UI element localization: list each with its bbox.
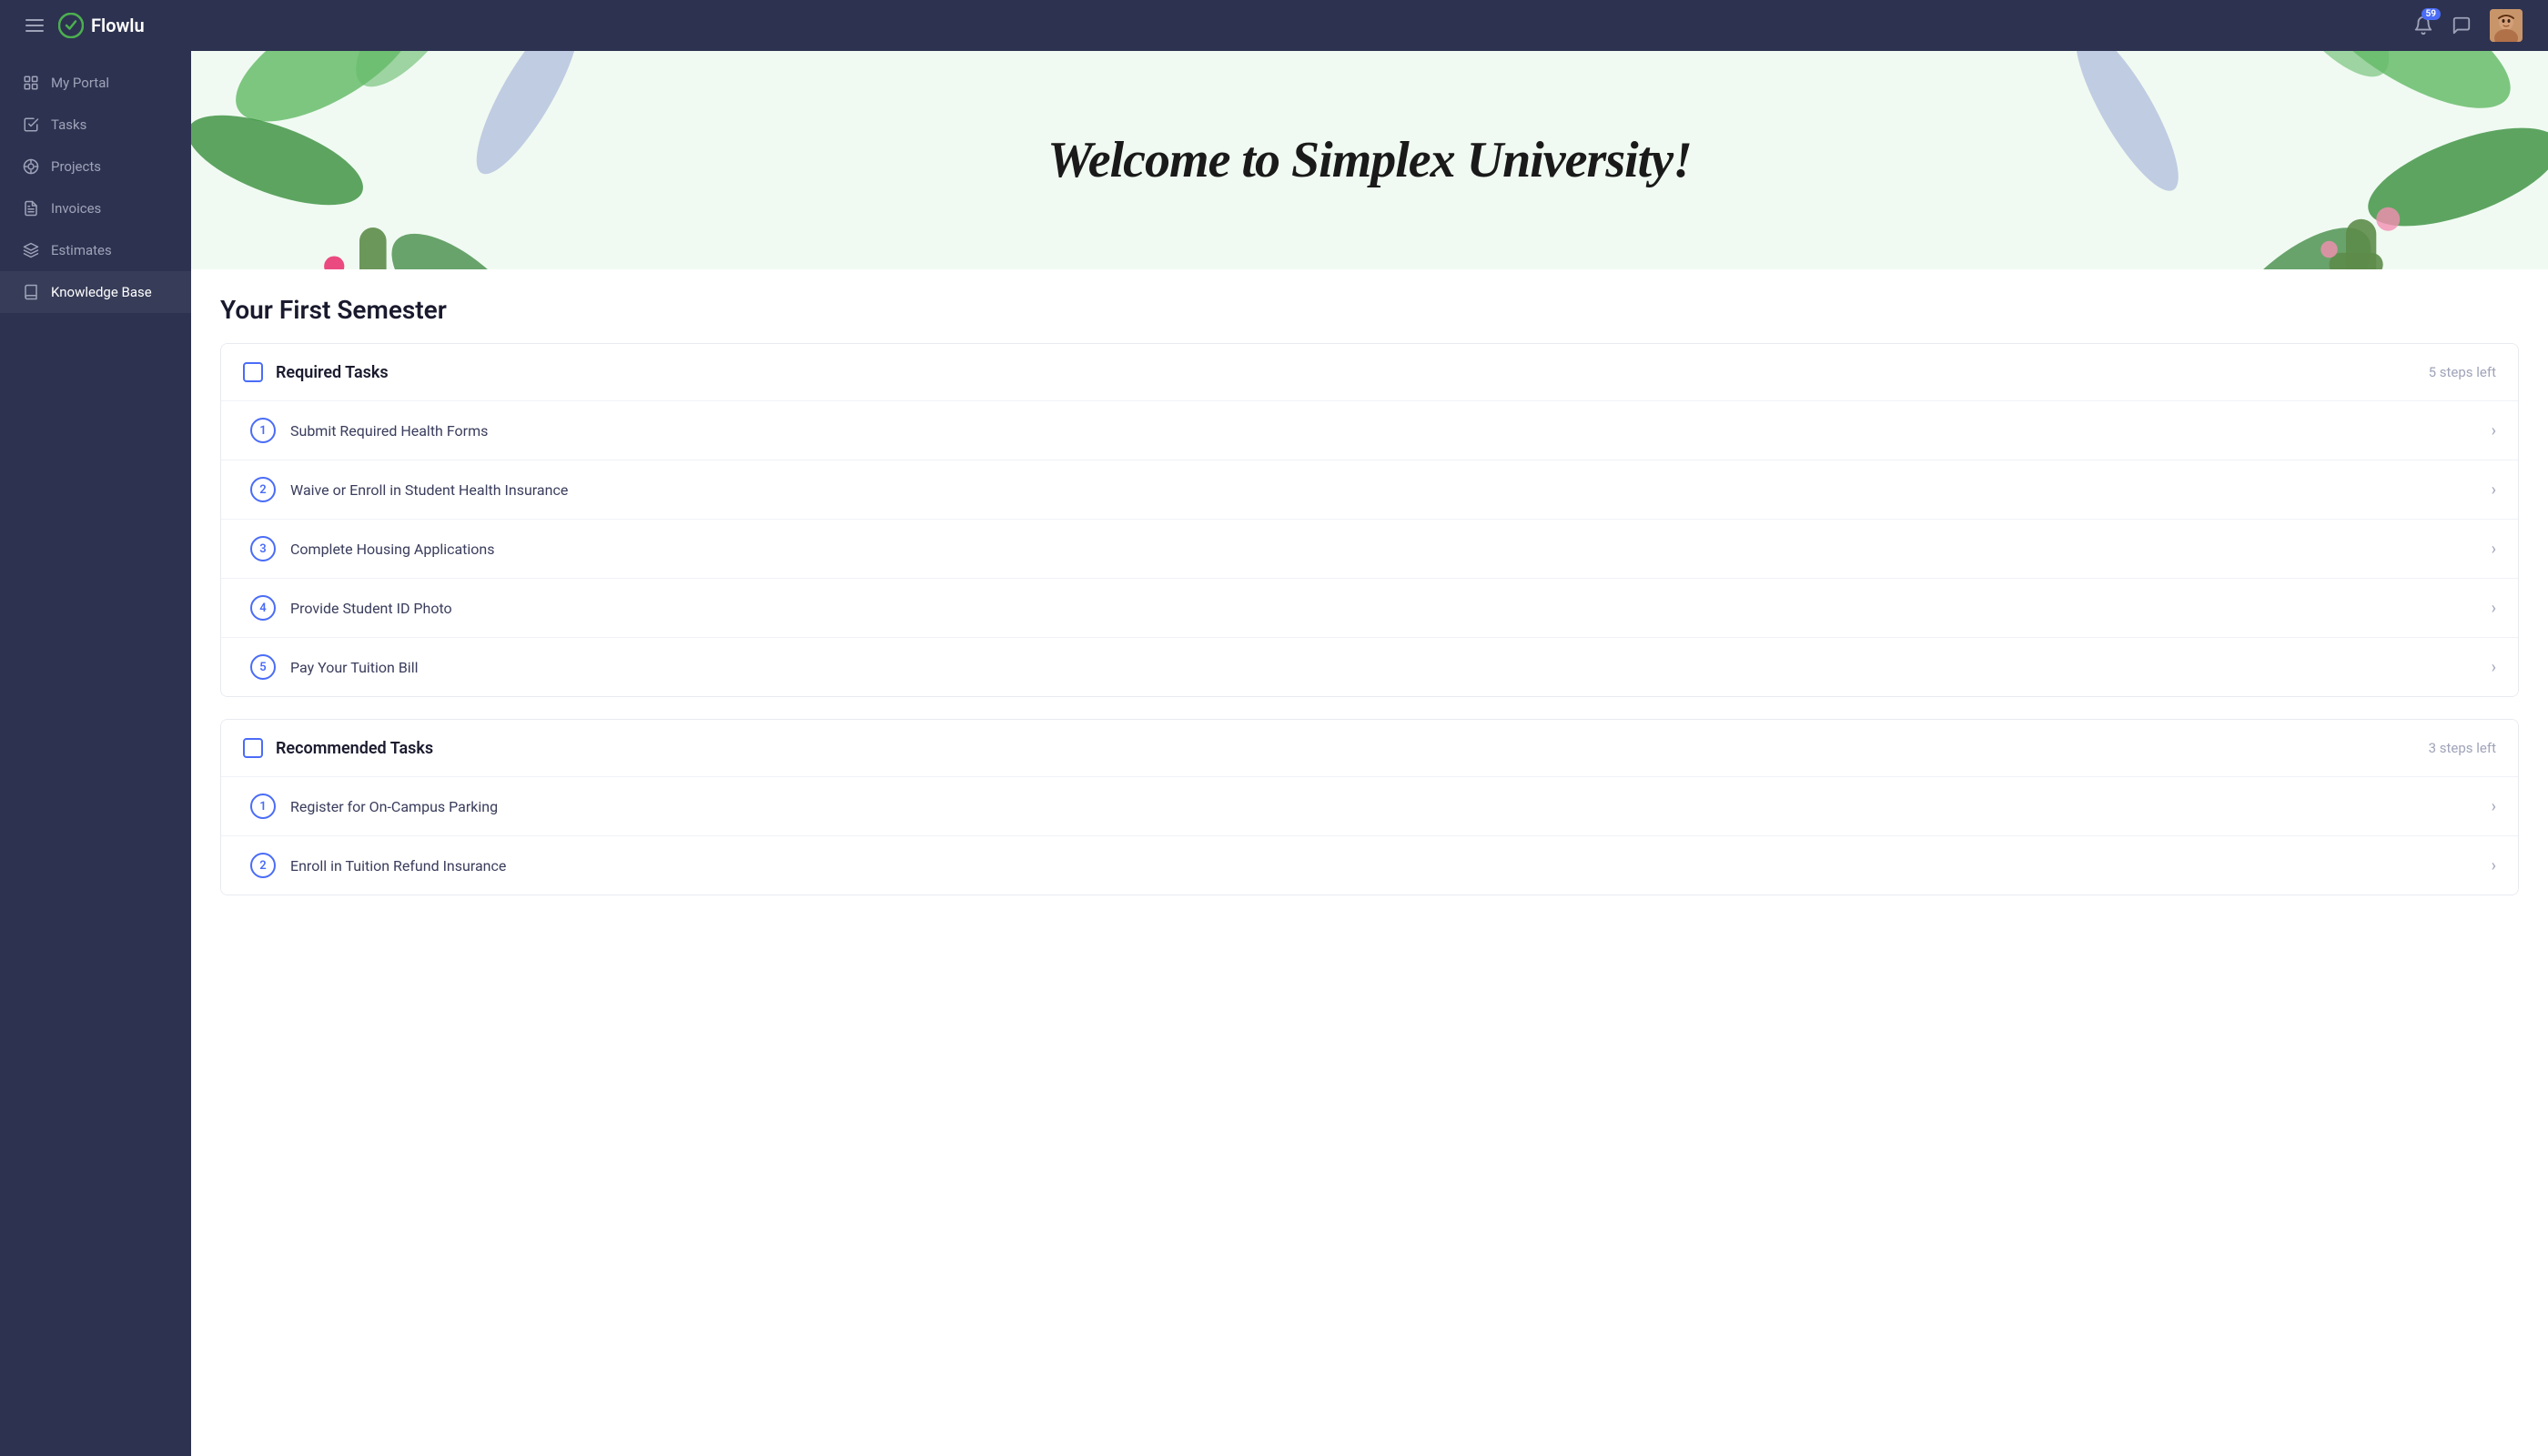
chevron-right-1: › bbox=[2492, 421, 2496, 440]
header-left: Flowlu bbox=[25, 13, 145, 38]
required-task-item-4[interactable]: 4 Provide Student ID Photo › bbox=[221, 579, 2518, 638]
chevron-right-5: › bbox=[2492, 658, 2496, 677]
task-item-left-2: 2 Waive or Enroll in Student Health Insu… bbox=[250, 477, 568, 502]
logo: Flowlu bbox=[58, 13, 145, 38]
chevron-right-2: › bbox=[2492, 480, 2496, 500]
task-item-left-1: 1 Submit Required Health Forms bbox=[250, 418, 488, 443]
step-num-3: 3 bbox=[250, 536, 276, 561]
content-area: Welcome to Simplex University! Your Firs… bbox=[191, 51, 2548, 1456]
task-label-4: Provide Student ID Photo bbox=[290, 600, 452, 617]
recommended-steps-left: 3 steps left bbox=[2429, 740, 2496, 756]
recommended-task-item-1[interactable]: 1 Register for On-Campus Parking › bbox=[221, 777, 2518, 836]
logo-icon bbox=[58, 13, 84, 38]
recommended-tasks-header[interactable]: Recommended Tasks 3 steps left bbox=[221, 720, 2518, 777]
knowledge-base-icon bbox=[22, 283, 40, 301]
sidebar-item-invoices[interactable]: Invoices bbox=[0, 187, 191, 229]
logo-text: Flowlu bbox=[91, 15, 145, 36]
notification-badge: 59 bbox=[2422, 8, 2441, 20]
required-tasks-header-left: Required Tasks bbox=[243, 362, 389, 382]
required-tasks-header[interactable]: Required Tasks 5 steps left bbox=[221, 344, 2518, 401]
rec-step-num-1: 1 bbox=[250, 794, 276, 819]
welcome-banner: Welcome to Simplex University! bbox=[191, 51, 2548, 269]
rec-task-item-left-2: 2 Enroll in Tuition Refund Insurance bbox=[250, 853, 506, 878]
task-item-left-4: 4 Provide Student ID Photo bbox=[250, 595, 452, 621]
sidebar-item-tasks[interactable]: Tasks bbox=[0, 104, 191, 146]
avatar[interactable] bbox=[2490, 9, 2523, 42]
required-tasks-checkbox[interactable] bbox=[243, 362, 263, 382]
recommended-tasks-header-left: Recommended Tasks bbox=[243, 738, 433, 758]
required-tasks-title: Required Tasks bbox=[276, 363, 389, 382]
sidebar-label-estimates: Estimates bbox=[51, 242, 112, 258]
sidebar-item-projects[interactable]: Projects bbox=[0, 146, 191, 187]
rec-task-label-2: Enroll in Tuition Refund Insurance bbox=[290, 857, 506, 875]
chevron-right-4: › bbox=[2492, 599, 2496, 618]
step-num-1: 1 bbox=[250, 418, 276, 443]
chevron-right-3: › bbox=[2492, 540, 2496, 559]
avatar-face bbox=[2490, 9, 2523, 42]
sidebar: My Portal Tasks Projects bbox=[0, 51, 191, 1456]
message-icon bbox=[2452, 15, 2472, 35]
step-num-4: 4 bbox=[250, 595, 276, 621]
recommended-task-item-2[interactable]: 2 Enroll in Tuition Refund Insurance › bbox=[221, 836, 2518, 895]
required-tasks-card: Required Tasks 5 steps left 1 Submit Req… bbox=[220, 343, 2519, 697]
required-task-item-2[interactable]: 2 Waive or Enroll in Student Health Insu… bbox=[221, 460, 2518, 520]
projects-icon bbox=[22, 157, 40, 176]
notifications-button[interactable]: 59 bbox=[2413, 15, 2433, 35]
recommended-tasks-list: 1 Register for On-Campus Parking › 2 Enr… bbox=[221, 777, 2518, 895]
sidebar-item-my-portal[interactable]: My Portal bbox=[0, 62, 191, 104]
estimates-icon bbox=[22, 241, 40, 259]
portal-icon bbox=[22, 74, 40, 92]
sidebar-item-knowledge-base[interactable]: Knowledge Base bbox=[0, 271, 191, 313]
task-label-1: Submit Required Health Forms bbox=[290, 422, 488, 440]
required-tasks-list: 1 Submit Required Health Forms › 2 Waive… bbox=[221, 401, 2518, 696]
rec-chevron-right-1: › bbox=[2492, 797, 2496, 816]
step-num-2: 2 bbox=[250, 477, 276, 502]
recommended-tasks-title: Recommended Tasks bbox=[276, 739, 433, 758]
sidebar-label-tasks: Tasks bbox=[51, 116, 86, 133]
required-task-item-5[interactable]: 5 Pay Your Tuition Bill › bbox=[221, 638, 2518, 696]
invoices-icon bbox=[22, 199, 40, 217]
sidebar-label-projects: Projects bbox=[51, 158, 101, 175]
task-label-2: Waive or Enroll in Student Health Insura… bbox=[290, 481, 568, 499]
header: Flowlu 59 bbox=[0, 0, 2548, 51]
messages-button[interactable] bbox=[2452, 15, 2472, 35]
recommended-tasks-card: Recommended Tasks 3 steps left 1 Registe… bbox=[220, 719, 2519, 895]
task-label-3: Complete Housing Applications bbox=[290, 541, 495, 558]
tasks-icon bbox=[22, 116, 40, 134]
required-task-item-3[interactable]: 3 Complete Housing Applications › bbox=[221, 520, 2518, 579]
recommended-tasks-checkbox[interactable] bbox=[243, 738, 263, 758]
sidebar-item-estimates[interactable]: Estimates bbox=[0, 229, 191, 271]
section-title: Your First Semester bbox=[191, 269, 2548, 343]
main-layout: My Portal Tasks Projects bbox=[0, 51, 2548, 1456]
header-right: 59 bbox=[2413, 9, 2523, 42]
rec-task-item-left-1: 1 Register for On-Campus Parking bbox=[250, 794, 498, 819]
avatar-image bbox=[2490, 9, 2523, 42]
sidebar-label-invoices: Invoices bbox=[51, 200, 101, 217]
required-steps-left: 5 steps left bbox=[2429, 364, 2496, 380]
step-num-5: 5 bbox=[250, 654, 276, 680]
task-label-5: Pay Your Tuition Bill bbox=[290, 659, 418, 676]
sidebar-label-knowledge-base: Knowledge Base bbox=[51, 284, 152, 300]
rec-step-num-2: 2 bbox=[250, 853, 276, 878]
rec-chevron-right-2: › bbox=[2492, 856, 2496, 875]
task-item-left-5: 5 Pay Your Tuition Bill bbox=[250, 654, 418, 680]
hamburger-icon[interactable] bbox=[25, 19, 44, 32]
task-item-left-3: 3 Complete Housing Applications bbox=[250, 536, 495, 561]
required-task-item-1[interactable]: 1 Submit Required Health Forms › bbox=[221, 401, 2518, 460]
sidebar-label-my-portal: My Portal bbox=[51, 75, 109, 91]
banner-title: Welcome to Simplex University! bbox=[1047, 131, 1692, 189]
rec-task-label-1: Register for On-Campus Parking bbox=[290, 798, 498, 815]
